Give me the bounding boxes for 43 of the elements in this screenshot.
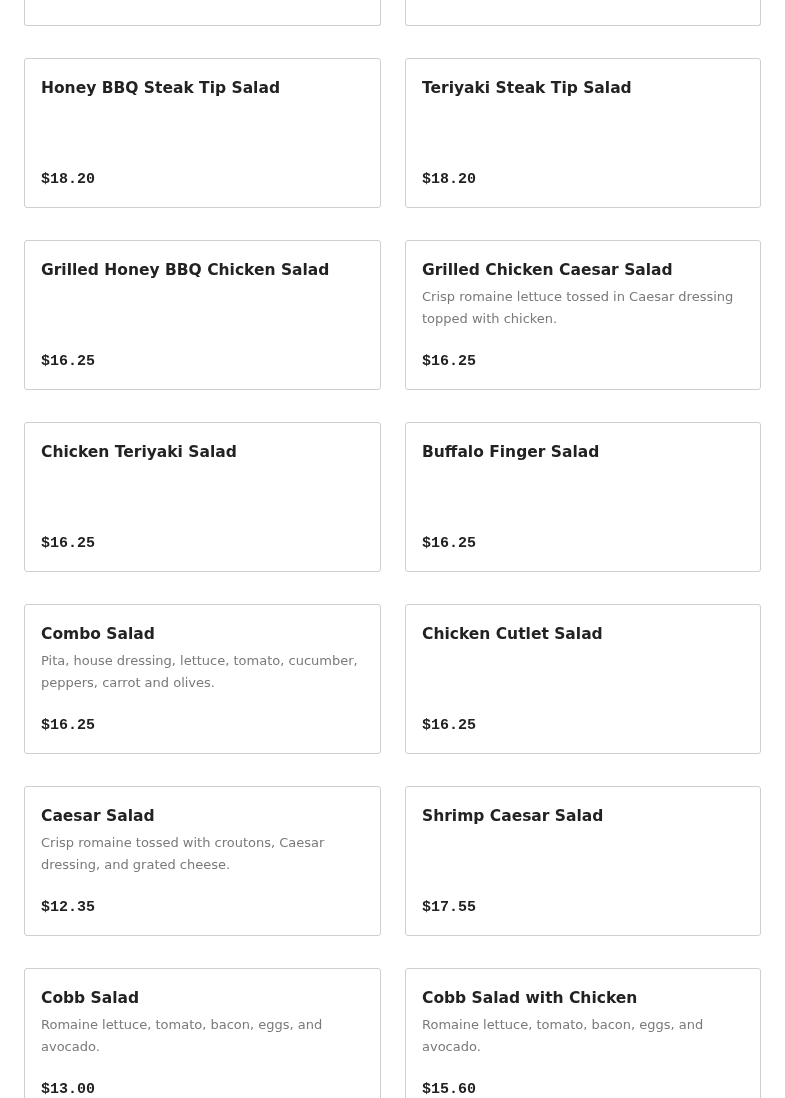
- item-description: Crisp romaine tossed with croutons, Caesar dressing, and grated cheese.: [41, 834, 326, 874]
- item-price: $16.25: [422, 352, 477, 372]
- menu-item-card[interactable]: Caesar Salad Crisp romaine tossed with croutons, Caesar dressing, and grated cheese. $12.35: [24, 786, 381, 936]
- item-description: Romaine lettuce, tomato, bacon, eggs, and avocado.: [41, 1016, 324, 1056]
- menu-item-card[interactable]: Teriyaki Steak Tip Salad $18.20: [405, 58, 761, 208]
- item-description: Crisp romaine lettuce tossed in Caesar dressing topped with chicken.: [422, 288, 735, 328]
- item-price: $16.25: [422, 534, 477, 554]
- item-name: Shrimp Caesar Salad: [422, 806, 605, 827]
- item-price: $16.25: [41, 352, 96, 372]
- menu-item-card[interactable]: Honey BBQ Steak Tip Salad $18.20: [24, 58, 381, 208]
- menu-item-card[interactable]: Cobb Salad with Chicken Romaine lettuce, tomato, bacon, eggs, and avocado. $15.60: [405, 968, 761, 1098]
- item-name: Cobb Salad with Chicken: [422, 988, 639, 1009]
- item-price: $18.20: [41, 170, 96, 190]
- menu-item-card[interactable]: Grilled Chicken Caesar Salad Crisp romaine lettuce tossed in Caesar dressing topped with chicken. $16.25: [405, 240, 761, 390]
- item-name: Caesar Salad: [41, 806, 156, 827]
- item-description: Pita, house dressing, lettuce, tomato, cucumber, peppers, carrot and olives.: [41, 652, 359, 692]
- menu-item-card[interactable]: Chicken Cutlet Salad $16.25: [405, 604, 761, 754]
- item-price: $18.20: [422, 170, 477, 190]
- item-name: Buffalo Finger Salad: [422, 442, 601, 463]
- menu-item-card[interactable]: Buffalo Finger Salad $16.25: [405, 422, 761, 572]
- item-name: Combo Salad: [41, 624, 156, 645]
- item-name: Teriyaki Steak Tip Salad: [422, 78, 633, 99]
- menu-item-card[interactable]: [405, 0, 761, 26]
- item-price: $13.00: [41, 1080, 96, 1098]
- item-price: $12.35: [41, 898, 96, 918]
- item-price: $17.55: [422, 898, 477, 918]
- item-description: Romaine lettuce, tomato, bacon, eggs, and avocado.: [422, 1016, 705, 1056]
- item-price: $16.25: [422, 716, 477, 736]
- menu-item-card[interactable]: Grilled Honey BBQ Chicken Salad $16.25: [24, 240, 381, 390]
- item-name: Chicken Cutlet Salad: [422, 624, 604, 645]
- item-name: Honey BBQ Steak Tip Salad: [41, 78, 281, 99]
- menu-item-card[interactable]: Combo Salad Pita, house dressing, lettuce, tomato, cucumber, peppers, carrot and olives. $16.25: [24, 604, 381, 754]
- menu-item-card[interactable]: Chicken Teriyaki Salad $16.25: [24, 422, 381, 572]
- menu-item-card[interactable]: Cobb Salad Romaine lettuce, tomato, bacon, eggs, and avocado. $13.00: [24, 968, 381, 1098]
- item-price: $16.25: [41, 716, 96, 736]
- item-name: Grilled Honey BBQ Chicken Salad: [41, 260, 331, 281]
- item-price: $15.60: [422, 1080, 477, 1098]
- item-price: $16.25: [41, 534, 96, 554]
- item-name: Grilled Chicken Caesar Salad: [422, 260, 674, 281]
- menu-item-card[interactable]: Shrimp Caesar Salad $17.55: [405, 786, 761, 936]
- menu-item-card[interactable]: [24, 0, 381, 26]
- item-name: Cobb Salad: [41, 988, 141, 1009]
- item-name: Chicken Teriyaki Salad: [41, 442, 238, 463]
